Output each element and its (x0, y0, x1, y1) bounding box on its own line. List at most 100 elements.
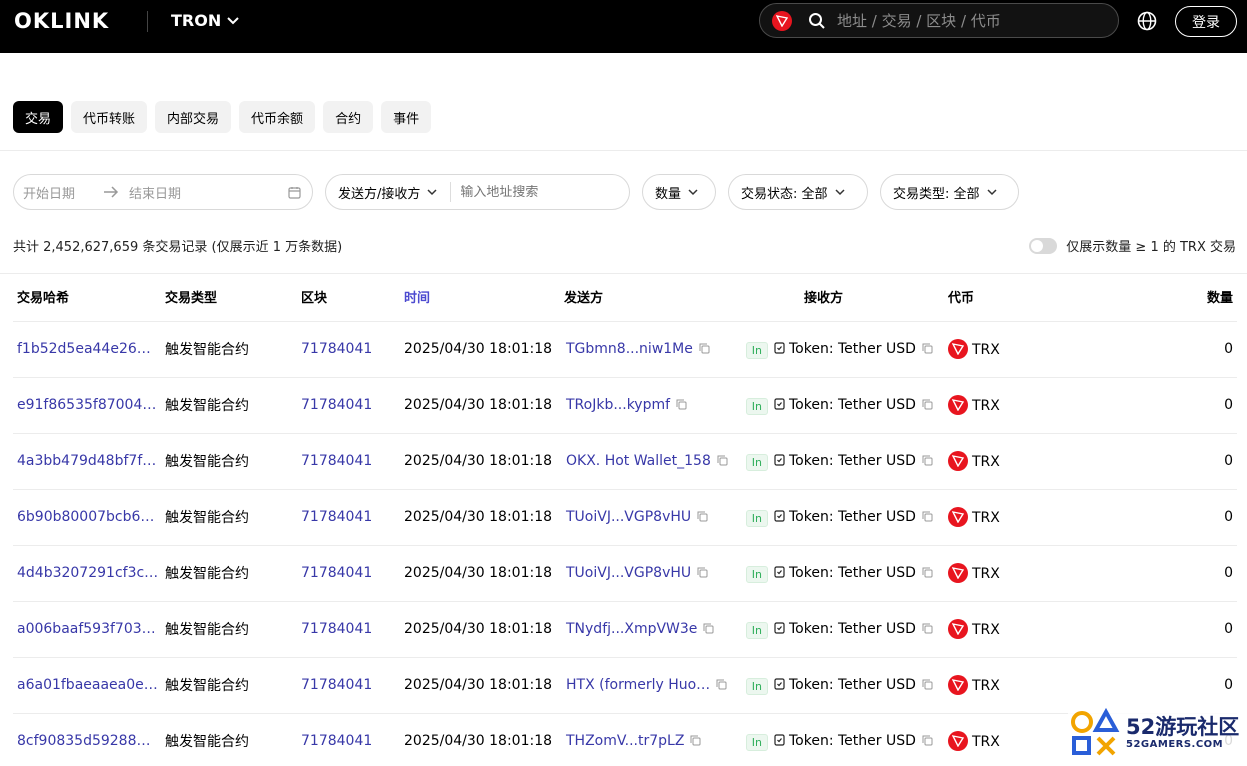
start-date-input[interactable]: 开始日期 (23, 183, 75, 202)
chain-selector[interactable]: TRON (171, 11, 239, 31)
token-name[interactable]: TRX (972, 454, 1000, 470)
to-address-link[interactable]: Token: Tether USD (789, 397, 916, 413)
copy-icon[interactable] (922, 679, 933, 690)
tab-internal-transactions[interactable]: 内部交易 (155, 101, 232, 133)
copy-icon[interactable] (703, 623, 714, 634)
token-name[interactable]: TRX (972, 678, 1000, 694)
tron-chain-icon[interactable] (772, 11, 792, 31)
block-link[interactable]: 71784041 (301, 509, 372, 525)
end-date-input[interactable]: 结束日期 (129, 183, 181, 202)
tx-hash-link[interactable]: 4a3bb479d48bf7f… (17, 453, 156, 469)
table-header-row: 交易哈希 交易类型 区块 时间 发送方 接收方 代币 数量 (13, 273, 1237, 322)
login-button[interactable]: 登录 (1175, 6, 1237, 37)
tx-amount: 0 (1224, 565, 1233, 581)
top-navbar: OKLINK TRON 登录 (0, 0, 1247, 53)
oklink-logo[interactable]: OKLINK (14, 11, 109, 32)
token-name[interactable]: TRX (972, 622, 1000, 638)
copy-icon[interactable] (697, 511, 708, 522)
tx-time: 2025/04/30 18:01:18 (404, 397, 553, 413)
tx-time: 2025/04/30 18:01:18 (404, 453, 553, 469)
block-link[interactable]: 71784041 (301, 341, 372, 357)
header-time[interactable]: 时间 (404, 273, 564, 322)
from-address-link[interactable]: OKX. Hot Wallet_158 (566, 453, 711, 469)
copy-icon[interactable] (922, 735, 933, 746)
tab-events[interactable]: 事件 (381, 101, 432, 133)
block-link[interactable]: 71784041 (301, 453, 372, 469)
status-filter[interactable]: 交易状态: 全部 (728, 174, 868, 210)
tx-hash-link[interactable]: 4d4b3207291cf3c… (17, 565, 158, 581)
block-link[interactable]: 71784041 (301, 621, 372, 637)
tx-hash-link[interactable]: 6b90b80007bcb6… (17, 509, 154, 525)
tx-hash-link[interactable]: e91f86535f87004… (17, 397, 156, 413)
to-address-link[interactable]: Token: Tether USD (789, 453, 916, 469)
to-address-link[interactable]: Token: Tether USD (789, 341, 916, 357)
to-address-link[interactable]: Token: Tether USD (789, 677, 916, 693)
to-address-link[interactable]: Token: Tether USD (789, 733, 916, 749)
block-link[interactable]: 71784041 (301, 565, 372, 581)
from-address-link[interactable]: TRoJkb...kypmf (566, 397, 670, 413)
watermark-logo-icon (1071, 707, 1120, 756)
record-count: 共计 2,452,627,659 条交易记录 (仅展示近 1 万条数据) (13, 240, 343, 255)
copy-icon[interactable] (699, 343, 710, 354)
token-name[interactable]: TRX (972, 566, 1000, 582)
tx-hash-link[interactable]: a006baaf593f703… (17, 621, 156, 637)
tab-token-transfers[interactable]: 代币转账 (71, 101, 148, 133)
trx-amount-toggle[interactable]: 仅展示数量 ≥ 1 的 TRX 交易 (1029, 236, 1236, 255)
token-name[interactable]: TRX (972, 734, 1000, 750)
block-link[interactable]: 71784041 (301, 677, 372, 693)
address-search-input[interactable] (460, 184, 611, 200)
header-from: 发送方 (564, 273, 768, 322)
table-row: 6b90b80007bcb6… 触发智能合约 71784041 2025/04/30 … (13, 489, 1237, 546)
table-row: a006baaf593f703… 触发智能合约 71784041 2025/04/30… (13, 601, 1237, 658)
header-tx-hash: 交易哈希 (13, 273, 165, 322)
chevron-down-icon[interactable] (427, 188, 437, 196)
copy-icon[interactable] (922, 623, 933, 634)
tx-hash-link[interactable]: a6a01fbaeaaea0e… (17, 677, 158, 693)
toggle-switch[interactable] (1029, 237, 1058, 254)
tx-hash-link[interactable]: f1b52d5ea44e26… (17, 341, 151, 357)
calendar-icon[interactable] (288, 186, 301, 199)
global-search-box[interactable] (759, 3, 1119, 38)
block-link[interactable]: 71784041 (301, 733, 372, 749)
tab-contracts[interactable]: 合约 (323, 101, 374, 133)
date-range-picker[interactable]: 开始日期 结束日期 (13, 174, 313, 210)
tx-hash-link[interactable]: 8cf90835d59288… (17, 733, 151, 749)
copy-icon[interactable] (922, 511, 933, 522)
copy-icon[interactable] (676, 399, 687, 410)
to-address-link[interactable]: Token: Tether USD (789, 509, 916, 525)
tx-amount: 0 (1224, 677, 1233, 693)
copy-icon[interactable] (697, 567, 708, 578)
search-input[interactable] (837, 10, 1097, 32)
amount-filter[interactable]: 数量 (642, 174, 716, 210)
transactions-table: 交易哈希 交易类型 区块 时间 发送方 接收方 代币 数量 f1b52d5ea4… (13, 273, 1237, 766)
token-name[interactable]: TRX (972, 398, 1000, 414)
token-name[interactable]: TRX (972, 342, 1000, 358)
copy-icon[interactable] (717, 455, 728, 466)
globe-icon[interactable] (1137, 11, 1157, 31)
tab-token-balances[interactable]: 代币余额 (239, 101, 316, 133)
from-address-link[interactable]: THZomV...tr7pLZ (566, 733, 684, 749)
to-address-link[interactable]: Token: Tether USD (789, 565, 916, 581)
table-row: f1b52d5ea44e26… 触发智能合约 71784041 2025/04/30 … (13, 321, 1237, 378)
from-address-link[interactable]: TGbmn8...niw1Me (566, 341, 693, 357)
from-address-link[interactable]: TUoiVJ...VGP8vHU (566, 565, 691, 581)
trx-token-icon (948, 731, 968, 751)
copy-icon[interactable] (922, 567, 933, 578)
from-address-link[interactable]: HTX (formerly Huo… (566, 677, 710, 693)
block-link[interactable]: 71784041 (301, 397, 372, 413)
copy-icon[interactable] (716, 679, 727, 690)
to-address-link[interactable]: Token: Tether USD (789, 621, 916, 637)
token-name[interactable]: TRX (972, 510, 1000, 526)
tab-transactions[interactable]: 交易 (13, 101, 64, 133)
copy-icon[interactable] (922, 399, 933, 410)
copy-icon[interactable] (690, 735, 701, 746)
arrow-right-icon (104, 186, 119, 198)
tx-amount: 0 (1224, 509, 1233, 525)
search-icon (809, 13, 825, 29)
copy-icon[interactable] (922, 343, 933, 354)
from-address-link[interactable]: TNydfj...XmpVW3e (566, 621, 697, 637)
party-select[interactable]: 发送方/接收方 (338, 183, 420, 202)
copy-icon[interactable] (922, 455, 933, 466)
from-address-link[interactable]: TUoiVJ...VGP8vHU (566, 509, 691, 525)
type-filter[interactable]: 交易类型: 全部 (880, 174, 1019, 210)
